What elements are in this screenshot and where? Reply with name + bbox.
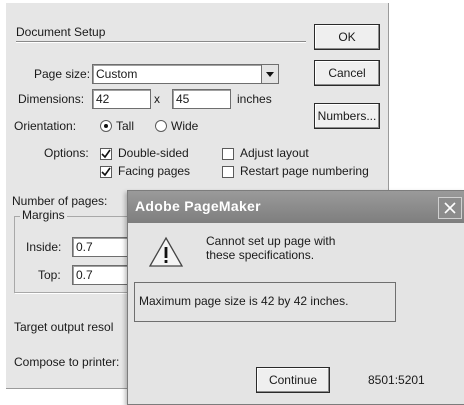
units-label: inches (237, 92, 272, 106)
continue-button[interactable]: Continue (256, 367, 330, 393)
close-icon (444, 202, 456, 214)
width-input[interactable]: 42 (92, 89, 151, 109)
ok-button[interactable]: OK (314, 24, 380, 50)
compose-to-printer-label: Compose to printer: (14, 355, 120, 369)
top-input[interactable]: 0.7 (72, 265, 133, 285)
dimensions-label: Dimensions: (18, 92, 85, 106)
error-code: 8501:5201 (368, 373, 425, 387)
dropdown-button[interactable] (261, 65, 278, 83)
number-of-pages-label: Number of pages: (12, 194, 108, 208)
cancel-button[interactable]: Cancel (314, 60, 380, 86)
restart-numbering-checkbox[interactable] (222, 166, 234, 178)
dialog-title: Document Setup (16, 25, 106, 39)
wide-radio[interactable] (155, 120, 167, 132)
warning-icon (148, 236, 184, 271)
pagemaker-alert-dialog: Adobe PageMaker Cannot set up page with … (127, 190, 464, 405)
target-output-label: Target output resol (14, 320, 114, 334)
wide-label: Wide (171, 119, 199, 133)
page-size-select[interactable]: Custom (92, 64, 279, 84)
height-input[interactable]: 45 (172, 89, 231, 109)
alert-detail-box: Maximum page size is 42 by 42 inches. (134, 282, 396, 322)
tall-label: Tall (116, 119, 135, 133)
adjust-layout-label: Adjust layout (240, 146, 309, 160)
numbers-button[interactable]: Numbers... (314, 103, 380, 129)
restart-numbering-label: Restart page numbering (240, 164, 369, 178)
tall-radio[interactable] (100, 120, 112, 132)
facing-pages-checkbox[interactable] (100, 166, 112, 178)
double-sided-checkbox[interactable] (100, 148, 112, 160)
alert-message: Cannot set up page with these specificat… (206, 234, 336, 262)
alert-title: Adobe PageMaker (135, 198, 261, 214)
checkmark-icon (101, 167, 111, 177)
double-sided-label: Double-sided (118, 146, 189, 160)
page-size-label: Page size: (34, 67, 91, 81)
inside-input[interactable]: 0.7 (72, 237, 133, 257)
radio-selected-dot (104, 124, 108, 128)
inside-label: Inside: (26, 240, 62, 254)
close-button[interactable] (438, 197, 462, 219)
alert-titlebar: Adobe PageMaker (128, 191, 464, 223)
adjust-layout-checkbox[interactable] (222, 148, 234, 160)
orientation-label: Orientation: (14, 119, 77, 133)
checkmark-icon (101, 149, 111, 159)
page-size-value: Custom (96, 67, 138, 81)
alert-detail: Maximum page size is 42 by 42 inches. (139, 294, 349, 308)
dropdown-arrow-icon (266, 72, 274, 77)
top-label: Top: (38, 268, 61, 282)
options-label: Options: (44, 146, 89, 160)
facing-pages-label: Facing pages (118, 164, 191, 178)
title-divider (16, 41, 306, 43)
times-symbol: x (154, 92, 160, 106)
margins-label: Margins (20, 208, 67, 222)
